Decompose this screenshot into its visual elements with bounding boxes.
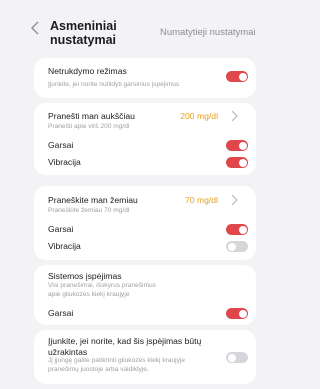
- low-alert-sounds-toggle[interactable]: [226, 224, 248, 235]
- system-alert-row: Sistemos įspėjimas Visi pranešimai, išsk…: [48, 271, 246, 299]
- chevron-left-icon: [31, 21, 39, 35]
- lock-alert-row: Įjunkite, jei norite, kad šis įspėjimas …: [48, 336, 212, 374]
- sounds-label: Garsai: [48, 308, 74, 318]
- low-alert-card: Praneškite man žemiau Praneškite žemiau …: [34, 186, 256, 260]
- low-alert-vibration-toggle[interactable]: [226, 241, 248, 252]
- system-alert-sounds-toggle[interactable]: [226, 308, 248, 319]
- back-button[interactable]: [30, 20, 44, 38]
- system-alert-card: Sistemos įspėjimas Visi pranešimai, išsk…: [34, 265, 256, 325]
- toggle-knob: [238, 158, 247, 167]
- chevron-right-icon: [231, 194, 238, 209]
- do-not-disturb-title: Netrukdymo režimas: [48, 66, 127, 76]
- do-not-disturb-subtitle: Įjunkite, jei norite nutildyti garsinius…: [48, 81, 180, 88]
- low-alert-value: 70 mg/dl: [185, 195, 218, 205]
- settings-screen: Asmeniniai nustatymai Numatytieji nustat…: [0, 0, 265, 389]
- toggle-knob: [227, 242, 236, 251]
- sounds-label: Garsai: [48, 140, 74, 150]
- high-alert-vibration-row: Vibracija: [48, 157, 246, 168]
- lock-alert-subtitle: Jį įjungę galite patikrinti gliukozės ki…: [48, 357, 186, 373]
- lock-alert-card: Įjunkite, jei norite, kad šis įspėjimas …: [34, 330, 256, 384]
- page-title: Asmeniniai nustatymai: [50, 19, 117, 47]
- high-alert-subtitle: Pranešti apie virš 200 mg/dl: [48, 123, 130, 130]
- high-alert-value: 200 mg/dl: [180, 111, 218, 121]
- toggle-knob: [227, 353, 236, 362]
- high-alert-card: Pranešti man aukščiau Pranešti apie virš…: [34, 103, 256, 175]
- high-alert-row[interactable]: Pranešti man aukščiau Pranešti apie virš…: [48, 110, 246, 132]
- toggle-knob: [238, 309, 247, 318]
- do-not-disturb-card: Netrukdymo režimas Įjunkite, jei norite …: [34, 58, 256, 98]
- low-alert-sounds-row: Garsai: [48, 224, 246, 235]
- high-alert-sounds-toggle[interactable]: [226, 140, 248, 151]
- high-alert-vibration-toggle[interactable]: [226, 157, 248, 168]
- low-alert-row[interactable]: Praneškite man žemiau Praneškite žemiau …: [48, 194, 246, 216]
- header: Asmeniniai nustatymai Numatytieji nustat…: [0, 0, 265, 58]
- reset-defaults-button[interactable]: Numatytieji nustatymai: [160, 27, 265, 38]
- system-alert-title: Sistemos įspėjimas: [48, 271, 122, 281]
- do-not-disturb-toggle[interactable]: [226, 71, 248, 82]
- vibration-label: Vibracija: [48, 157, 81, 167]
- sounds-label: Garsai: [48, 224, 74, 234]
- toggle-knob: [238, 72, 247, 81]
- lock-alert-title: Įjunkite, jei norite, kad šis įspėjimas …: [48, 336, 202, 357]
- lock-alert-toggle[interactable]: [226, 352, 248, 363]
- high-alert-sounds-row: Garsai: [48, 140, 246, 151]
- system-alert-subtitle: Visi pranešimai, išskyrus pranešimus api…: [48, 282, 156, 298]
- low-alert-vibration-row: Vibracija: [48, 241, 246, 252]
- toggle-knob: [238, 141, 247, 150]
- toggle-knob: [238, 225, 247, 234]
- chevron-right-icon: [231, 110, 238, 125]
- vibration-label: Vibracija: [48, 241, 81, 251]
- system-alert-sounds-row: Garsai: [48, 308, 246, 319]
- do-not-disturb-row: Netrukdymo režimas Įjunkite, jei norite …: [48, 66, 246, 90]
- low-alert-subtitle: Praneškite žemiau 70 mg/dl: [48, 207, 130, 214]
